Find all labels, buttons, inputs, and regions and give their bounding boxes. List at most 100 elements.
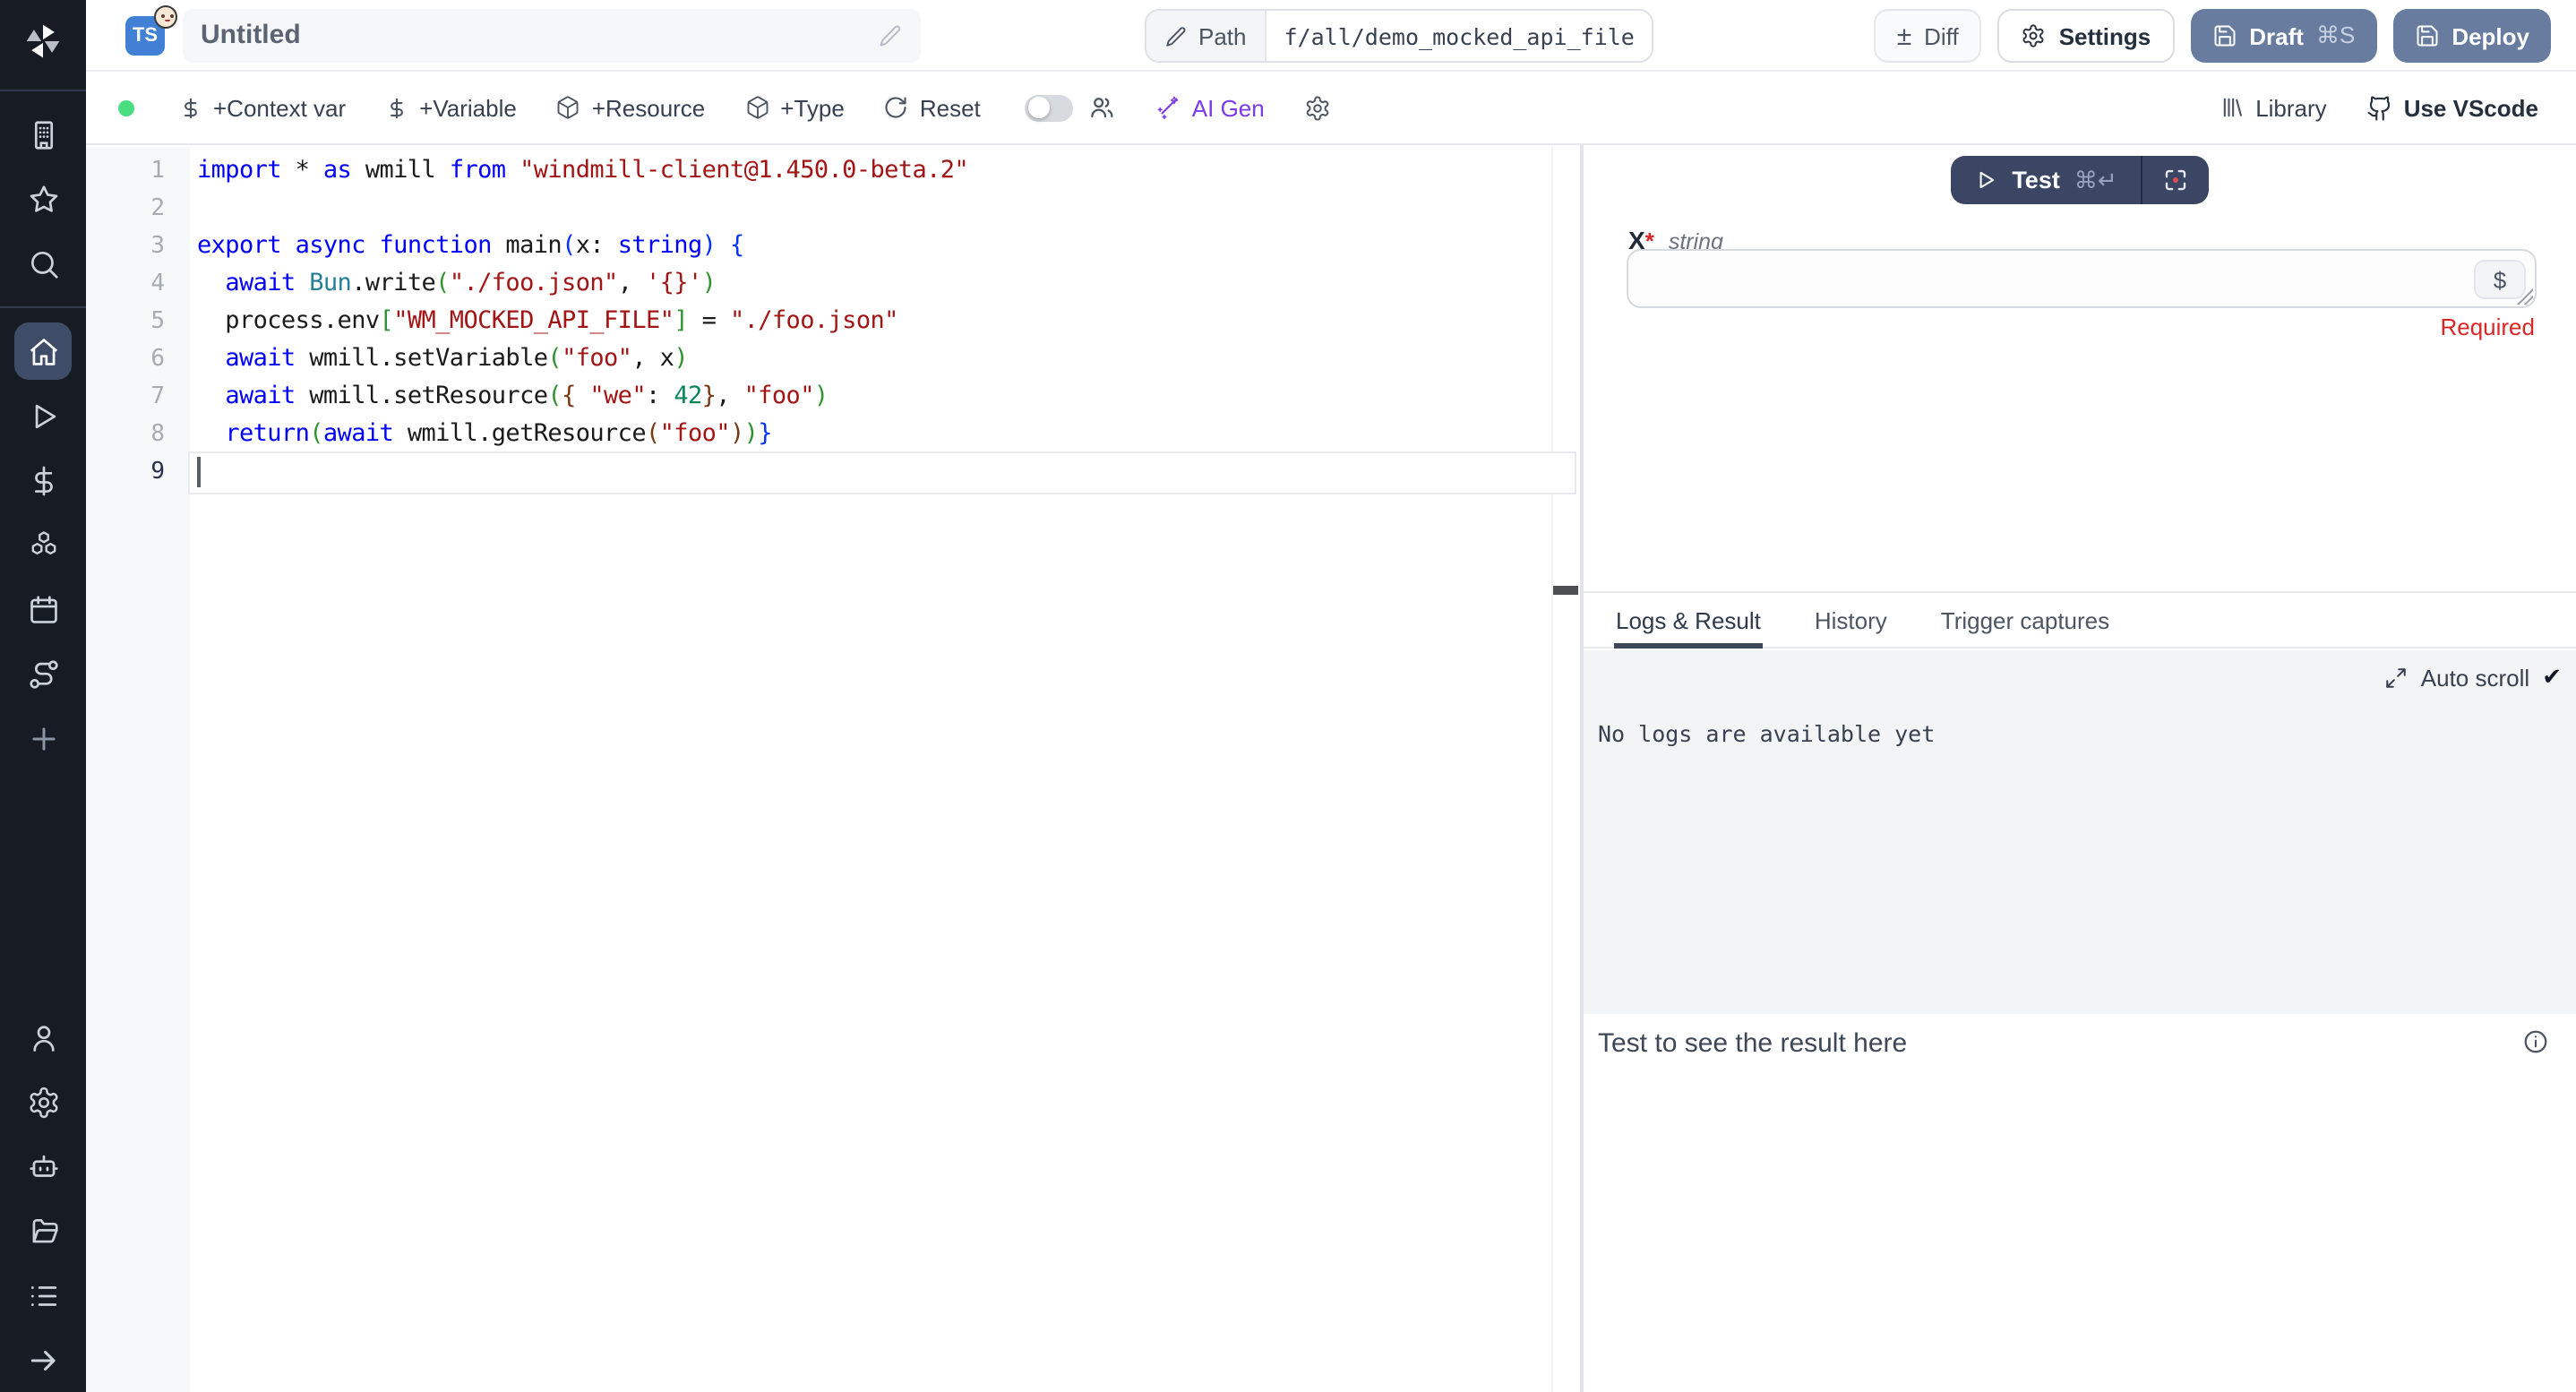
sidebar-item-variables[interactable]	[14, 451, 72, 509]
sidebar-item-settings[interactable]	[14, 1073, 72, 1130]
editor-settings-button[interactable]	[1284, 72, 1351, 143]
code-line[interactable]: 5 process.env["WM_MOCKED_API_FILE"] = ".…	[86, 303, 1580, 340]
ai-gen-label: AI Gen	[1192, 94, 1265, 121]
bun-runtime-icon	[154, 4, 177, 28]
star-icon	[26, 182, 60, 216]
tab-history[interactable]: History	[1813, 593, 1889, 647]
scrollbar-cursor-marker[interactable]	[1553, 586, 1578, 595]
current-line-highlight	[188, 451, 1576, 494]
test-button-row: Test ⌘↵	[1584, 156, 2576, 204]
path-selector[interactable]: Path f/all/demo_mocked_api_file	[1145, 9, 1654, 63]
gear-icon	[26, 1085, 60, 1119]
sidebar-item-search[interactable]	[14, 235, 72, 292]
code-lines[interactable]: 1import * as wmill from "windmill-client…	[86, 152, 1580, 491]
sidebar-expand[interactable]	[14, 1331, 72, 1388]
auto-scroll-label: Auto scroll	[2421, 664, 2529, 691]
panel-divider[interactable]	[1580, 145, 1583, 1392]
info-icon[interactable]	[2522, 1028, 2549, 1055]
tab-logs-result[interactable]: Logs & Result	[1614, 593, 1763, 647]
line-number: 9	[86, 459, 165, 485]
sidebar-divider	[0, 306, 86, 308]
argument-input[interactable]: $	[1627, 249, 2537, 308]
line-number: 5	[86, 308, 165, 335]
library-button[interactable]: Library	[2200, 94, 2347, 121]
windmill-logo-icon[interactable]	[23, 21, 63, 61]
sidebar-item-resources[interactable]	[14, 516, 72, 573]
tab-trigger-captures[interactable]: Trigger captures	[1939, 593, 2111, 647]
code-text: await wmill.setVariable("foo", x)	[197, 340, 688, 378]
building-icon	[26, 117, 60, 151]
line-number: 2	[86, 195, 165, 222]
ai-gen-button[interactable]: AI Gen	[1137, 72, 1284, 143]
diff-button[interactable]: ± Diff	[1874, 9, 1982, 63]
windmill-script-editor: TS Untitled Path f/all/demo_mocked_api_f…	[0, 0, 2576, 1392]
sidebar-item-runs[interactable]	[14, 387, 72, 444]
capture-button[interactable]	[2142, 156, 2209, 204]
sidebar-item-favorites[interactable]	[14, 170, 72, 228]
required-hint: Required	[2440, 314, 2535, 340]
sidebar-item-folders[interactable]	[14, 1202, 72, 1259]
run-panel: Test ⌘↵ X* string $ Required Logs & Resu…	[1584, 147, 2576, 1392]
add-context-var-button[interactable]: +Context var	[159, 72, 365, 143]
list-icon	[26, 1278, 60, 1312]
logs-panel: Auto scroll ✔ No logs are available yet	[1584, 650, 2576, 1014]
capture-icon	[2162, 167, 2189, 193]
add-variable-button[interactable]: +Variable	[365, 72, 537, 143]
path-label: Path	[1198, 22, 1247, 49]
package-icon	[744, 95, 769, 120]
save-icon	[2211, 23, 2237, 48]
code-line[interactable]: 9	[86, 453, 1580, 491]
path-label-section[interactable]: Path	[1146, 11, 1267, 61]
settings-button[interactable]: Settings	[1998, 9, 2175, 63]
sidebar-item-workspace[interactable]	[14, 106, 72, 163]
path-value[interactable]: f/all/demo_mocked_api_file	[1267, 11, 1653, 61]
code-line[interactable]: 7 await wmill.setResource({ "we": 42}, "…	[86, 378, 1580, 416]
sidebar-item-home[interactable]	[14, 322, 72, 380]
add-context-var-label: +Context var	[213, 94, 346, 121]
code-editor[interactable]: 1import * as wmill from "windmill-client…	[86, 147, 1580, 1392]
reset-button[interactable]: Reset	[864, 72, 1000, 143]
add-type-button[interactable]: +Type	[725, 72, 864, 143]
code-line[interactable]: 3export async function main(x: string) {	[86, 228, 1580, 265]
draft-button[interactable]: Draft ⌘S	[2190, 9, 2376, 63]
play-icon	[1974, 168, 1997, 192]
library-label: Library	[2255, 94, 2327, 121]
header: TS Untitled Path f/all/demo_mocked_api_f…	[86, 0, 2576, 72]
script-title: Untitled	[201, 20, 878, 50]
deploy-button[interactable]: Deploy	[2392, 9, 2551, 63]
code-line[interactable]: 2	[86, 190, 1580, 228]
language-badge: TS	[125, 15, 165, 55]
user-icon	[26, 1020, 60, 1054]
code-text: export async function main(x: string) {	[197, 228, 744, 265]
use-vscode-button[interactable]: Use VScode	[2347, 94, 2558, 121]
expand-icon	[2385, 666, 2409, 689]
collaborators-button[interactable]	[1085, 72, 1137, 143]
deploy-label: Deploy	[2451, 22, 2529, 49]
route-icon	[26, 657, 60, 691]
auto-scroll-control[interactable]: Auto scroll ✔	[2385, 663, 2562, 692]
sidebar-item-workers[interactable]	[14, 1009, 72, 1066]
line-number: 8	[86, 421, 165, 448]
dollar-icon	[179, 96, 202, 119]
collab-toggle[interactable]	[1026, 94, 1074, 121]
code-line[interactable]: 8 return(await wmill.getResource("foo"))…	[86, 416, 1580, 453]
boxes-icon	[26, 528, 60, 562]
script-title-input[interactable]: Untitled	[183, 8, 921, 62]
add-variable-label: +Variable	[419, 94, 517, 121]
code-line[interactable]: 6 await wmill.setVariable("foo", x)	[86, 340, 1580, 378]
use-vscode-label: Use VScode	[2404, 94, 2538, 121]
add-resource-button[interactable]: +Resource	[537, 72, 725, 143]
gear-icon	[1304, 94, 1331, 121]
sidebar-item-triggers[interactable]	[14, 645, 72, 702]
code-line[interactable]: 1import * as wmill from "windmill-client…	[86, 152, 1580, 190]
language-badge-label: TS	[133, 24, 158, 46]
sidebar-item-schedules[interactable]	[14, 580, 72, 638]
dollar-icon	[385, 96, 408, 119]
code-line[interactable]: 4 await Bun.write("./foo.json", '{}')	[86, 265, 1580, 303]
test-button[interactable]: Test ⌘↵	[1951, 156, 2140, 204]
resize-handle[interactable]	[2517, 288, 2533, 305]
edit-title-pencil-icon[interactable]	[878, 22, 903, 47]
sidebar-item-ai[interactable]	[14, 1138, 72, 1195]
sidebar-item-add[interactable]	[14, 709, 72, 767]
sidebar-item-audit-logs[interactable]	[14, 1267, 72, 1324]
